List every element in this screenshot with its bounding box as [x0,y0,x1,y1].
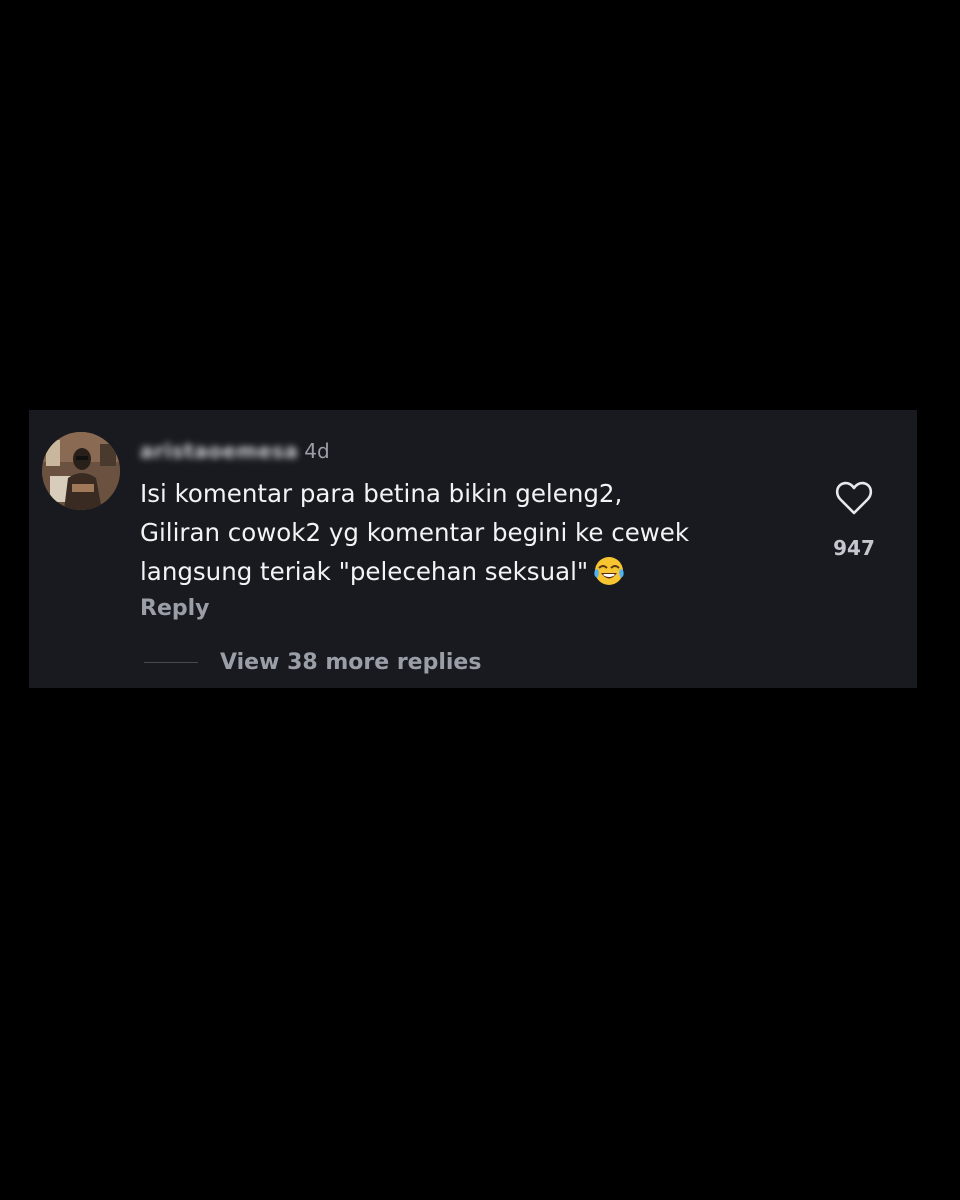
comment-line-text: langsung teriak "pelecehan seksual" [140,557,589,586]
view-more-replies-button[interactable]: View 38 more replies [144,650,481,675]
avatar[interactable] [42,432,120,510]
comment-line: Giliran cowok2 yg komentar begini ke cew… [140,518,690,547]
comment-line: Isi komentar para betina bikin geleng2, [140,479,623,508]
comment-line-last: langsung teriak "pelecehan seksual" [140,552,780,597]
reply-button[interactable]: Reply [140,596,210,621]
username[interactable]: aristaoemesa [140,439,298,463]
comment-card: aristaoemesa 4d Isi komentar para betina… [29,410,917,688]
comment-header: aristaoemesa 4d [140,436,330,466]
like-count: 947 [833,536,875,560]
heart-icon[interactable] [834,480,874,520]
comment-text: Isi komentar para betina bikin geleng2, … [140,474,780,597]
view-more-replies-label: View 38 more replies [220,650,482,675]
replies-divider [144,662,198,663]
like-area: 947 [824,480,884,560]
timestamp: 4d [304,439,330,463]
face-with-tears-of-joy-icon [594,556,624,597]
